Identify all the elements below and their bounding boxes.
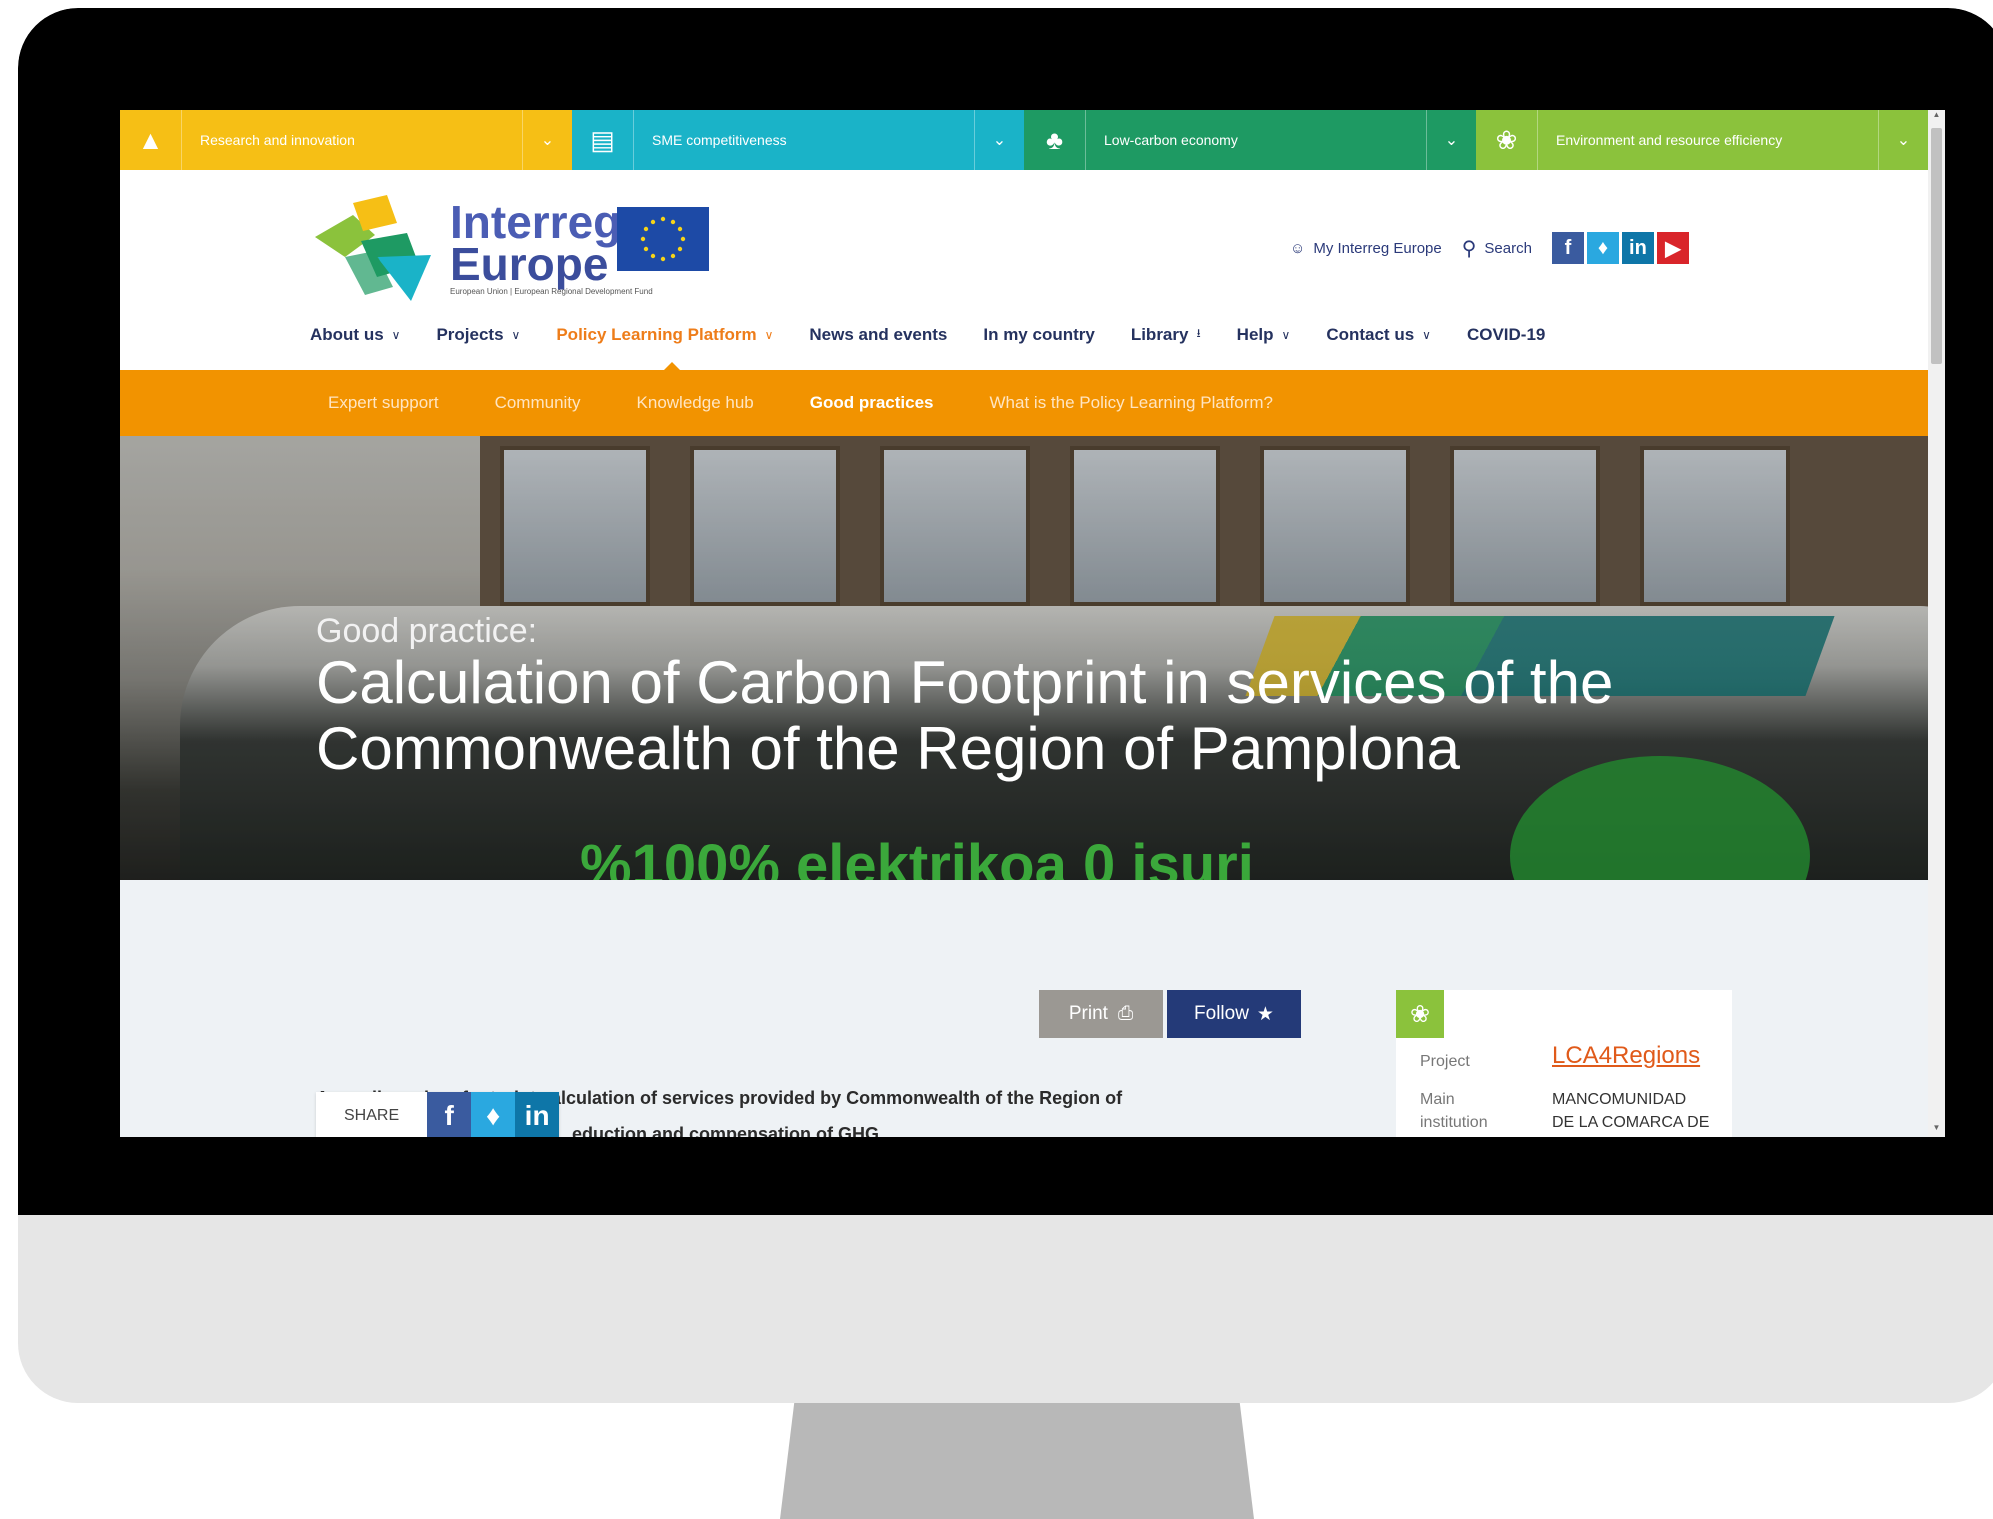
facebook-icon[interactable]: f <box>1551 232 1584 264</box>
scroll-down-icon[interactable]: ▼ <box>1928 1123 1945 1137</box>
scrollbar[interactable]: ▲ ▼ <box>1928 110 1945 1137</box>
nav-label: Policy Learning Platform <box>556 324 757 344</box>
share-label: SHARE <box>344 1107 400 1124</box>
browser-screen: ▲ Research and innovation ⌄ ▤ SME compet… <box>120 110 1945 1137</box>
chevron-down-icon: ∨ <box>391 327 401 342</box>
theme-research[interactable]: ▲ Research and innovation ⌄ <box>120 110 572 170</box>
theme-bar: ▲ Research and innovation ⌄ ▤ SME compet… <box>120 110 1928 170</box>
nav-library[interactable]: Library ⭳ <box>1131 324 1219 345</box>
utility-nav: ☺ My Interreg Europe ⚲ Search f ♦ in ▶ <box>1290 232 1689 264</box>
search-icon: ⚲ <box>1461 237 1477 260</box>
nav-label: Contact us <box>1326 324 1415 344</box>
main-nav: About us ∨ Projects ∨ Policy Learning Plat… <box>310 324 1581 345</box>
share-bar: SHARE f ♦ in <box>316 1092 560 1137</box>
subnav-community[interactable]: Community <box>495 393 581 413</box>
chevron-down-icon: ∨ <box>1281 327 1291 342</box>
nav-label: In my country <box>983 324 1095 344</box>
main-institution-value-2: DE LA COMARCA DE <box>1552 1114 1710 1131</box>
site-header: Interreg Europe European Union | Europea… <box>120 170 1928 374</box>
star-icon: ★ <box>1256 1003 1274 1025</box>
hero-bus-text: %100% elektrikoa 0 isuri <box>580 833 1254 880</box>
theme-label: Low-carbon economy <box>1104 132 1238 148</box>
theme-label: Environment and resource efficiency <box>1556 132 1783 148</box>
project-info-box: ❀ Project LCA4Regions Main institution M… <box>1396 990 1732 1137</box>
research-icon: ▲ <box>120 110 182 170</box>
subnav-knowledge-hub[interactable]: Knowledge hub <box>637 393 754 413</box>
scroll-thumb[interactable] <box>1931 128 1942 364</box>
theme-environment[interactable]: ❀ Environment and resource efficiency ⌄ <box>1476 110 1928 170</box>
project-link[interactable]: LCA4Regions <box>1552 1044 1700 1068</box>
twitter-icon[interactable]: ♦ <box>1586 232 1619 264</box>
nav-label: Projects <box>436 324 504 344</box>
logo-word-europe: Europe <box>450 238 609 290</box>
chevron-down-icon: ∨ <box>511 327 521 342</box>
chevron-down-icon: ∨ <box>1422 327 1431 342</box>
share-facebook-icon[interactable]: f <box>427 1092 472 1137</box>
environment-icon: ❀ <box>1476 110 1538 170</box>
sub-nav: Expert support Community Knowledge hub G… <box>120 370 1928 436</box>
share-linkedin-icon[interactable]: in <box>515 1092 560 1137</box>
monitor-stand <box>780 1403 1254 1519</box>
logo-wordmark: Interreg Europe <box>450 196 622 290</box>
main-institution-label-1: Main <box>1420 1091 1455 1108</box>
print-label: Print <box>1068 1003 1108 1024</box>
interreg-logo[interactable]: Interreg Europe European Union | Europea… <box>315 195 735 305</box>
hero-label: Good practice: <box>316 612 538 650</box>
subnav-good-practices[interactable]: Good practices <box>810 393 934 413</box>
search-link[interactable]: ⚲ Search <box>1462 236 1532 261</box>
eu-flag-icon <box>617 207 709 271</box>
nav-label: Help <box>1236 324 1274 344</box>
project-label: Project <box>1420 1053 1470 1070</box>
social-links: f ♦ in ▶ <box>1551 232 1689 264</box>
monitor-frame: ▲ Research and innovation ⌄ ▤ SME compet… <box>18 8 1993 1403</box>
chevron-down-icon[interactable]: ⌄ <box>522 110 572 170</box>
subnav-what-is-plp[interactable]: What is the Policy Learning Platform? <box>990 393 1273 413</box>
theme-label: SME competitiveness <box>652 132 787 148</box>
nav-in-my-country[interactable]: In my country <box>983 324 1112 345</box>
chevron-down-icon[interactable]: ⌄ <box>1426 110 1476 170</box>
download-icon: ⭳ <box>1196 326 1201 340</box>
environment-icon: ❀ <box>1396 990 1444 1038</box>
print-button[interactable]: Print ⎙ <box>1039 990 1163 1038</box>
theme-label: Research and innovation <box>200 132 355 148</box>
nav-label: Library <box>1130 324 1189 344</box>
nav-news-and-events[interactable]: News and events <box>809 324 965 345</box>
chevron-down-icon[interactable]: ⌄ <box>974 110 1024 170</box>
theme-low-carbon[interactable]: ♣ Low-carbon economy ⌄ <box>1024 110 1476 170</box>
logo-subtitle: European Union | European Regional Devel… <box>450 287 653 296</box>
main-institution-label-2: institution <box>1420 1114 1488 1131</box>
theme-sme[interactable]: ▤ SME competitiveness ⌄ <box>572 110 1024 170</box>
nav-projects[interactable]: Projects ∨ <box>436 324 538 345</box>
logo-word-interreg: Interreg <box>450 196 622 248</box>
youtube-icon[interactable]: ▶ <box>1656 232 1689 264</box>
printer-icon: ⎙ <box>1117 1003 1134 1024</box>
nav-policy-learning-platform[interactable]: Policy Learning Platform ∨ <box>556 324 791 345</box>
interreg-logo-mark <box>315 195 431 301</box>
my-interreg-link[interactable]: ☺ My Interreg Europe <box>1290 240 1442 257</box>
page-title: Calculation of Carbon Footprint in servi… <box>316 649 1614 782</box>
nav-label: News and events <box>809 324 948 344</box>
nav-contact-us[interactable]: Contact us ∨ <box>1326 324 1449 345</box>
sme-icon: ▤ <box>572 110 634 170</box>
follow-button[interactable]: Follow ★ <box>1167 990 1301 1038</box>
nav-help[interactable]: Help ∨ <box>1237 324 1309 345</box>
nav-covid-19[interactable]: COVID-19 <box>1467 324 1563 345</box>
scroll-up-icon[interactable]: ▲ <box>1928 110 1945 124</box>
content-area: Print ⎙ Follow ★ Annually carbon footpri… <box>120 880 1928 1137</box>
my-interreg-label: My Interreg Europe <box>1313 239 1442 257</box>
follow-label: Follow <box>1194 1003 1249 1024</box>
nav-about-us[interactable]: About us ∨ <box>310 324 418 345</box>
nav-label: COVID-19 <box>1466 324 1546 344</box>
chevron-down-icon: ∨ <box>764 327 774 342</box>
share-twitter-icon[interactable]: ♦ <box>471 1092 516 1137</box>
chevron-down-icon[interactable]: ⌄ <box>1878 110 1928 170</box>
main-institution-value-1: MANCOMUNIDAD <box>1552 1091 1687 1108</box>
user-icon: ☺ <box>1290 239 1306 257</box>
subnav-expert-support[interactable]: Expert support <box>328 393 439 413</box>
search-label: Search <box>1484 239 1532 257</box>
low-carbon-icon: ♣ <box>1024 110 1086 170</box>
hero-banner: %100% elektrikoa 0 isuri Good practice: … <box>120 436 1928 880</box>
nav-label: About us <box>310 324 384 344</box>
linkedin-icon[interactable]: in <box>1621 232 1654 264</box>
